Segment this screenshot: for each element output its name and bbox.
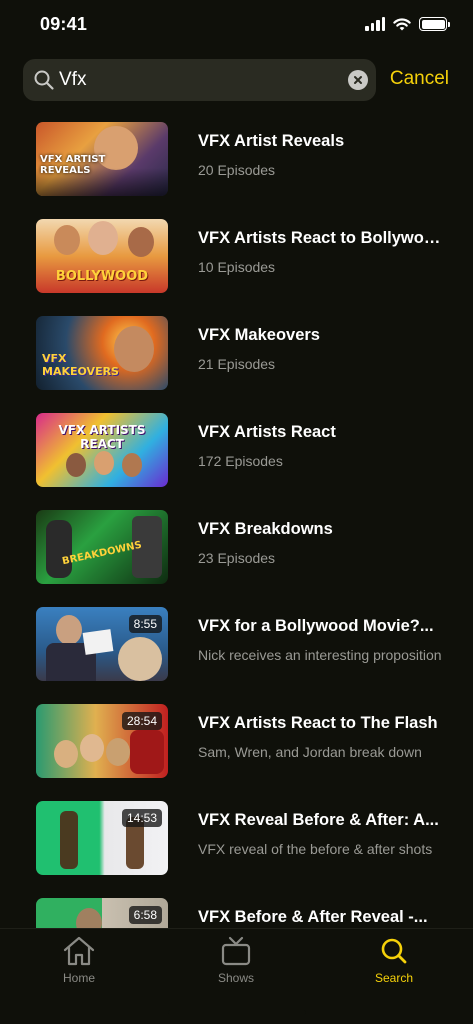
result-item[interactable]: 14:53 VFX Reveal Before & After: A... VF…: [36, 795, 456, 875]
cancel-button[interactable]: Cancel: [390, 68, 449, 90]
wifi-icon: [393, 18, 411, 31]
battery-icon: [419, 17, 450, 31]
result-subtitle: VFX reveal of the before & after shots: [198, 841, 433, 857]
result-thumbnail: 8:55: [36, 607, 168, 681]
result-thumbnail: VFX ARTIST REVEALS: [36, 122, 168, 196]
result-thumbnail: 6:58: [36, 898, 168, 928]
video-duration-badge: 8:55: [128, 615, 162, 633]
result-item[interactable]: VFX ARTISTS REACT VFX Artists React 172 …: [36, 407, 456, 487]
result-thumbnail: VFX ARTISTS REACT: [36, 413, 168, 487]
result-item[interactable]: 28:54 VFX Artists React to The Flash Sam…: [36, 698, 456, 778]
result-thumbnail: BOLLYWOOD: [36, 219, 168, 293]
video-duration-badge: 6:58: [128, 906, 162, 924]
tv-icon: [221, 936, 251, 966]
result-thumbnail: BREAKDOWNS: [36, 510, 168, 584]
thumbnail-caption: BOLLYWOOD: [55, 269, 149, 284]
status-icons: [365, 17, 450, 31]
result-subtitle: 21 Episodes: [198, 356, 276, 372]
result-item[interactable]: VFX MAKEOVERS VFX Makeovers 21 Episodes: [36, 310, 456, 390]
result-title: VFX Artists React: [198, 423, 336, 441]
result-item[interactable]: BOLLYWOOD VFX Artists React to Bollywood…: [36, 213, 456, 293]
search-screen: 09:41 Cancel: [0, 0, 473, 1024]
search-icon: [381, 938, 407, 964]
result-subtitle: Nick receives an interesting proposition: [198, 647, 442, 663]
search-input[interactable]: [59, 67, 329, 93]
search-results-list: VFX ARTIST REVEALS VFX Artist Reveals 20…: [0, 108, 473, 928]
result-title: VFX Breakdowns: [198, 520, 333, 538]
result-thumbnail: 14:53: [36, 801, 168, 875]
tab-search[interactable]: Search: [344, 935, 444, 985]
result-title: VFX Artist Reveals: [198, 132, 345, 150]
search-field[interactable]: [23, 59, 376, 101]
result-title: VFX Artists React to Bollywood: [198, 229, 443, 247]
result-subtitle: 20 Episodes: [198, 162, 276, 178]
result-title: VFX Makeovers: [198, 326, 320, 344]
tab-shows[interactable]: Shows: [186, 935, 286, 985]
result-thumbnail: VFX MAKEOVERS: [36, 316, 168, 390]
result-subtitle: 23 Episodes: [198, 550, 276, 566]
home-icon: [63, 936, 95, 966]
result-subtitle: 172 Episodes: [198, 453, 283, 469]
clear-search-icon[interactable]: [348, 70, 368, 90]
result-item[interactable]: BREAKDOWNS VFX Breakdowns 23 Episodes: [36, 504, 456, 584]
thumbnail-caption: VFX MAKEOVERS: [42, 352, 119, 378]
result-title: VFX Before & After Reveal -...: [198, 908, 428, 926]
tab-label: Search: [374, 971, 414, 985]
result-title: VFX Artists React to The Flash: [198, 714, 438, 732]
result-thumbnail: 28:54: [36, 704, 168, 778]
result-item[interactable]: 6:58 VFX Before & After Reveal -...: [36, 892, 456, 928]
search-icon: [34, 70, 54, 90]
thumbnail-caption: VFX ARTIST REVEALS: [40, 154, 106, 176]
result-subtitle: Sam, Wren, and Jordan break down: [198, 744, 422, 760]
video-duration-badge: 14:53: [121, 809, 162, 827]
cellular-signal-icon: [365, 17, 385, 31]
result-item[interactable]: VFX ARTIST REVEALS VFX Artist Reveals 20…: [36, 116, 456, 196]
status-time: 09:41: [40, 14, 88, 34]
result-title: VFX for a Bollywood Movie?...: [198, 617, 434, 635]
status-bar: 09:41: [0, 0, 473, 52]
result-item[interactable]: 8:55 VFX for a Bollywood Movie?... Nick …: [36, 601, 456, 681]
home-indicator: [168, 1010, 306, 1015]
tab-label: Shows: [217, 971, 255, 985]
result-title: VFX Reveal Before & After: A...: [198, 811, 439, 829]
tab-bar: Home Shows Search: [0, 928, 473, 1024]
tab-label: Home: [62, 971, 95, 985]
result-subtitle: 10 Episodes: [198, 259, 276, 275]
video-duration-badge: 28:54: [121, 712, 162, 730]
search-row: Cancel: [23, 59, 453, 101]
thumbnail-caption: VFX ARTISTS REACT: [58, 423, 146, 451]
tab-home[interactable]: Home: [29, 935, 129, 985]
